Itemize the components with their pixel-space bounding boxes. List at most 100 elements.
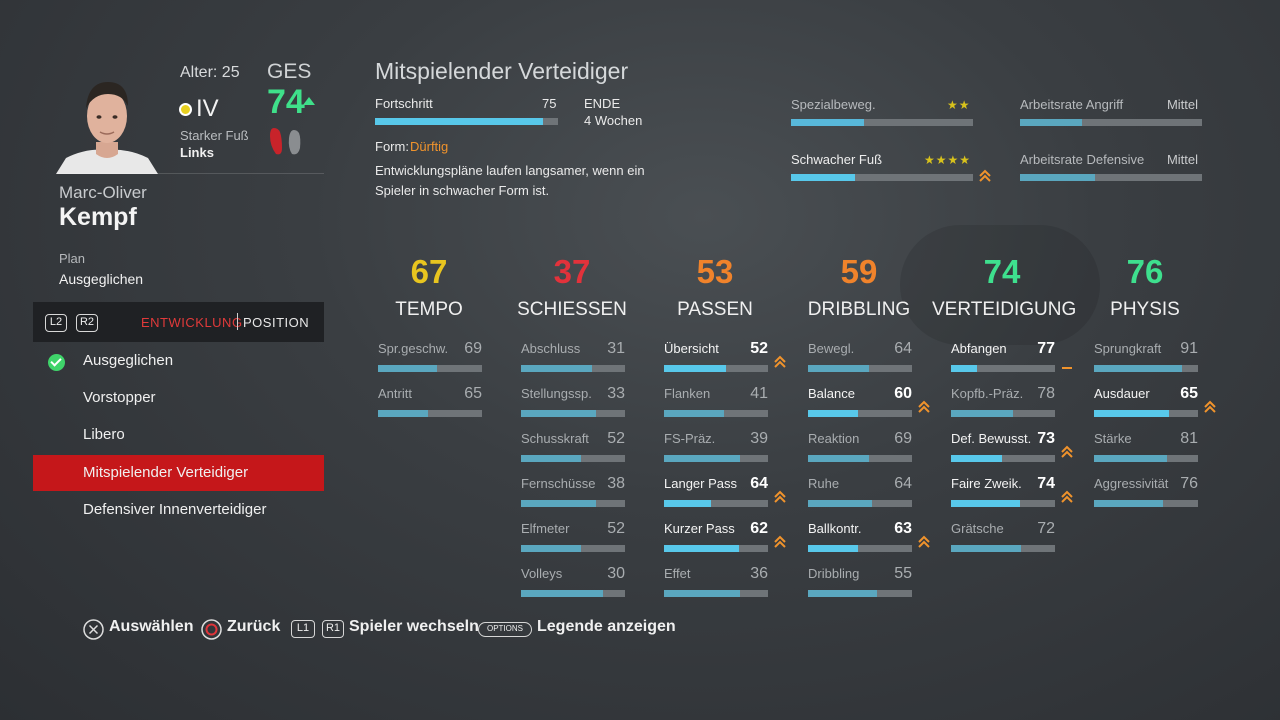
player-last-name: Kempf xyxy=(59,203,137,231)
category-value-passen: 53 xyxy=(696,253,734,290)
tab-development[interactable]: ENTWICKLUNG xyxy=(141,315,243,330)
select-action[interactable]: Auswählen xyxy=(109,618,193,636)
stat-bar xyxy=(951,455,1055,462)
plan-item-ausgeglichen[interactable]: Ausgeglichen xyxy=(33,343,324,379)
stat-name: Ruhe xyxy=(808,476,840,491)
stat-name: Stellungssp. xyxy=(521,386,592,401)
plan-item-vorstopper[interactable]: Vorstopper xyxy=(33,380,324,416)
stat-value: 64 xyxy=(750,475,768,492)
stat-bar-fill xyxy=(664,365,726,372)
stat-value: 65 xyxy=(464,385,482,402)
stat-bar-fill xyxy=(951,545,1021,552)
l2-button-icon[interactable]: L2 xyxy=(45,314,67,332)
category-name-dribbling: DRIBBLING xyxy=(807,299,911,320)
development-plan-title: Mitspielender Verteidiger xyxy=(375,58,629,84)
stat-name: Faire Zweik. xyxy=(951,476,1022,491)
stat-bar-fill xyxy=(378,410,428,417)
upgrade-arrow-icon xyxy=(1204,400,1216,413)
stat-value: 74 xyxy=(1037,475,1055,492)
stat-bar xyxy=(1094,455,1198,462)
r1-button-icon: R1 xyxy=(322,620,344,638)
stat-name: FS-Präz. xyxy=(664,431,716,446)
plan-item-mitspielender-verteidiger[interactable]: Mitspielender Verteidiger xyxy=(33,455,324,491)
skill-moves-bar-fill xyxy=(791,119,864,126)
switch-player-action[interactable]: Spieler wechseln xyxy=(349,618,479,636)
weak-foot-stars: ★★★★ xyxy=(924,153,972,167)
stat-bar xyxy=(951,500,1055,507)
stat-name: Stärke xyxy=(1094,431,1132,446)
stat-bar xyxy=(808,590,912,597)
stat-name: Spr.geschw. xyxy=(378,341,449,356)
stat-name: Abschluss xyxy=(521,341,581,356)
progress-label: Fortschritt xyxy=(375,96,433,111)
tab-separator xyxy=(237,313,238,330)
tab-position[interactable]: POSITION xyxy=(243,315,309,330)
circle-button-icon xyxy=(201,619,222,640)
category-value-schiessen: 37 xyxy=(553,253,591,290)
stat-bar xyxy=(808,455,912,462)
r2-button-icon[interactable]: R2 xyxy=(76,314,98,332)
stat-value: 36 xyxy=(750,565,768,582)
stat-bar xyxy=(808,545,912,552)
stat-bar-fill xyxy=(951,365,977,372)
progress-bar-fill xyxy=(375,118,543,125)
stat-bar xyxy=(951,545,1055,552)
plan-item-defensiver-innenverteidiger[interactable]: Defensiver Innenverteidiger xyxy=(33,492,324,528)
defense-workrate-label: Arbeitsrate Defensive xyxy=(1020,152,1145,167)
stat-bar-fill xyxy=(521,410,596,417)
stat-name: Kopfb.-Präz. xyxy=(951,386,1024,401)
stat-bar-fill xyxy=(951,500,1020,507)
stat-bar-fill xyxy=(1094,365,1182,372)
stat-bar-fill xyxy=(808,590,877,597)
stat-value: 41 xyxy=(750,385,768,402)
stat-bar xyxy=(521,365,625,372)
stat-bar xyxy=(664,410,768,417)
stat-bar-fill xyxy=(521,455,581,462)
upgrade-arrow-icon xyxy=(774,355,786,368)
strong-foot-label: Starker Fuß xyxy=(180,128,249,143)
player-portrait xyxy=(56,70,158,174)
stat-value: 69 xyxy=(464,340,482,357)
stat-bar-fill xyxy=(951,455,1002,462)
stat-value: 33 xyxy=(607,385,625,402)
category-value-verteidigung: 74 xyxy=(983,253,1021,290)
stat-bar xyxy=(808,500,912,507)
stat-name: Ausdauer xyxy=(1094,386,1150,401)
stat-name: Abfangen xyxy=(951,341,1007,356)
tab-bar: L2 R2 ENTWICKLUNG POSITION xyxy=(33,302,324,342)
stat-name: Elfmeter xyxy=(521,521,570,536)
upgrade-arrow-icon xyxy=(1061,445,1073,458)
attack-workrate-value: Mittel xyxy=(1166,97,1198,112)
stat-value: 64 xyxy=(894,475,912,492)
stat-value: 91 xyxy=(1180,340,1198,357)
progress-bar xyxy=(375,118,558,125)
stat-bar xyxy=(521,455,625,462)
stat-value: 81 xyxy=(1180,430,1198,447)
stat-name: Langer Pass xyxy=(664,476,737,491)
stat-bar-fill xyxy=(521,590,603,597)
stat-bar-fill xyxy=(1094,455,1167,462)
stat-value: 76 xyxy=(1180,475,1198,492)
position-label: IV xyxy=(196,95,219,122)
stat-value: 31 xyxy=(607,340,625,357)
category-value-tempo: 67 xyxy=(410,253,448,290)
position-dot-icon xyxy=(179,103,192,116)
divider xyxy=(58,173,324,174)
stat-bar xyxy=(664,545,768,552)
stat-name: Volleys xyxy=(521,566,563,581)
form-label: Form: xyxy=(375,139,409,154)
plan-item-libero[interactable]: Libero xyxy=(33,417,324,453)
back-action[interactable]: Zurück xyxy=(227,618,280,636)
plan-value: Ausgeglichen xyxy=(59,271,144,287)
show-legend-action[interactable]: Legende anzeigen xyxy=(537,618,676,636)
stat-value: 77 xyxy=(1037,340,1055,357)
defense-workrate-bar-fill xyxy=(1020,174,1095,181)
strong-foot-value: Links xyxy=(180,145,214,160)
stat-name: Ballkontr. xyxy=(808,521,862,536)
stat-name: Flanken xyxy=(664,386,711,401)
stat-bar xyxy=(521,590,625,597)
stat-value: 72 xyxy=(1037,520,1055,537)
stat-bar xyxy=(378,410,482,417)
skill-moves-bar xyxy=(791,119,973,126)
stat-name: Effet xyxy=(664,566,691,581)
